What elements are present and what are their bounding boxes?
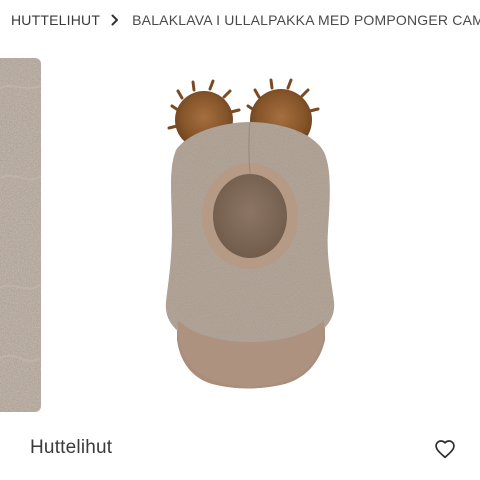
heart-outline-icon — [435, 440, 455, 459]
chevron-right-icon — [111, 14, 119, 26]
product-main-image[interactable] — [120, 70, 380, 400]
favorite-button[interactable] — [430, 434, 460, 464]
breadcrumb: HUTTELIHUT BALAKLAVA I ULLALPAKKA MED PO… — [0, 0, 480, 40]
wool-texture-image — [0, 58, 41, 412]
product-brand-name[interactable]: Huttelihut — [30, 437, 112, 459]
breadcrumb-brand-link[interactable]: HUTTELIHUT — [11, 12, 100, 28]
previous-image-thumbnail[interactable] — [0, 58, 41, 412]
balaclava-product-image — [165, 78, 335, 389]
breadcrumb-current-product: BALAKLAVA I ULLALPAKKA MED POMPONGER CAM… — [132, 12, 480, 28]
